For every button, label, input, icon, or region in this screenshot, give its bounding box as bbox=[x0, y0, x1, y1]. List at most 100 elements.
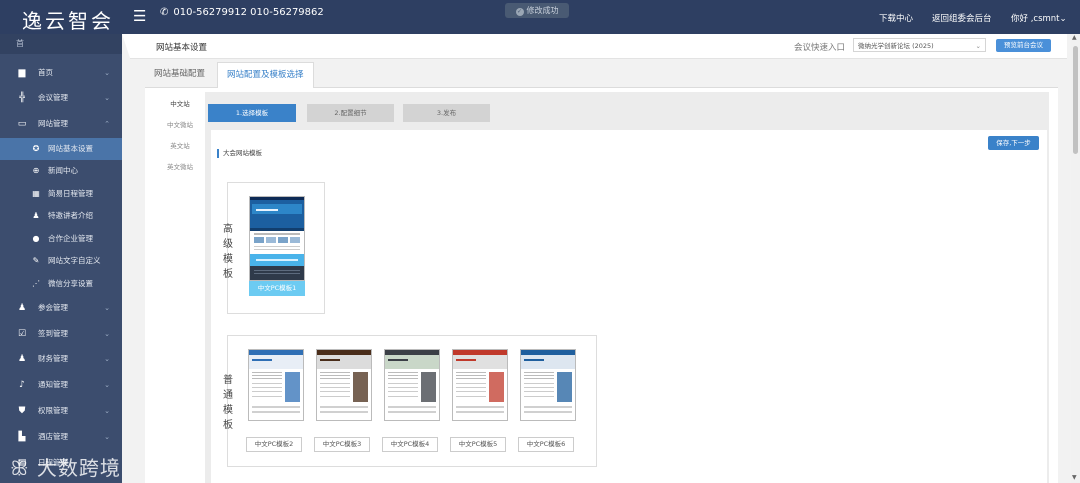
sidebar-item[interactable]: ☑ 签到管理 ⌄ bbox=[0, 323, 122, 345]
meeting-select[interactable]: 微纳光学创新论坛 (2025) ⌄ bbox=[853, 38, 986, 52]
sidebar-item[interactable]: ⊕ 新闻中心 bbox=[0, 160, 122, 182]
finance-icon: ♟ bbox=[17, 354, 27, 364]
back-to-admin-link[interactable]: 返回组委会后台 bbox=[932, 12, 992, 24]
section-label: 大会网站模板 bbox=[217, 149, 262, 158]
sidebar-item[interactable]: ✎ 网站文字自定义 bbox=[0, 250, 122, 272]
download-center-link[interactable]: 下载中心 bbox=[879, 12, 913, 24]
site-tab-chinese-micro[interactable]: 中文微站 bbox=[156, 115, 204, 136]
scroll-up-icon[interactable]: ▲ bbox=[1072, 34, 1077, 41]
titlebar-notch bbox=[122, 34, 130, 58]
sidebar-item[interactable]: ✪ 网站基本设置 bbox=[0, 138, 122, 160]
chevron-icon: ⌄ bbox=[104, 433, 110, 441]
site-tab-english-micro[interactable]: 英文微站 bbox=[156, 157, 204, 178]
template-thumbnail bbox=[384, 349, 440, 421]
template-thumbnail bbox=[249, 196, 305, 281]
meeting-icon: ╬ bbox=[19, 93, 25, 103]
page-title: 网站基本设置 bbox=[156, 43, 208, 53]
file-icon: ▆ bbox=[18, 68, 26, 78]
phone-icon: ✆ bbox=[160, 7, 169, 18]
label-char: 板 bbox=[223, 269, 233, 280]
sidebar-item[interactable]: ♟ 特邀讲者介绍 bbox=[0, 205, 122, 227]
user-icon: ♟ bbox=[17, 303, 27, 313]
tab-basic-config[interactable]: 网站基础配置 bbox=[145, 62, 214, 87]
sidebar-item[interactable]: ╬ 会议管理 ⌄ bbox=[0, 87, 122, 109]
sidebar-item[interactable]: ● 合作企业管理 bbox=[0, 228, 122, 250]
tab-template-selection[interactable]: 网站配置及模板选择 bbox=[217, 62, 314, 89]
sidebar-item-label: 新闻中心 bbox=[48, 166, 78, 175]
quick-entry-label: 会议快速入口 bbox=[794, 43, 846, 53]
chevron-down-icon: ⌄ bbox=[1059, 14, 1067, 24]
toast-text: 修改成功 bbox=[526, 6, 559, 15]
step-publish[interactable]: 3.发布 bbox=[403, 104, 490, 122]
sidebar-item[interactable]: ▦ 简易日程管理 bbox=[0, 183, 122, 205]
shield-icon: ⛊ bbox=[18, 406, 26, 416]
template-preview bbox=[453, 350, 507, 413]
sidebar-item[interactable]: ▆ 首页 ⌄ bbox=[0, 62, 122, 84]
page-scrollbar[interactable]: ▲ ▼ bbox=[1071, 34, 1080, 483]
checkin-icon: ☑ bbox=[17, 329, 27, 339]
template-name: 中文PC模板1 bbox=[249, 281, 305, 296]
sidebar-item-label: 简易日程管理 bbox=[48, 189, 93, 198]
success-toast: ✓ 修改成功 bbox=[505, 3, 569, 18]
label-char: 普 bbox=[223, 375, 233, 386]
sidebar-item[interactable]: ♟ 参会管理 ⌄ bbox=[0, 297, 122, 319]
calendar-icon: ▦ bbox=[32, 189, 40, 198]
sidebar-item[interactable]: ⋰ 微信分享设置 bbox=[0, 273, 122, 295]
label-char: 模 bbox=[223, 405, 233, 416]
sidebar-item-label: 网站文字自定义 bbox=[48, 256, 101, 265]
step-configure-details[interactable]: 2.配置细节 bbox=[307, 104, 394, 122]
user-menu[interactable]: 你好 ,csmnt⌄ bbox=[1011, 12, 1067, 24]
content-area: 中文站 中文微站 英文站 英文微站 1.选择模板 2.配置细节 3.发布 保存,… bbox=[145, 88, 1058, 483]
sidebar-item[interactable]: ▙ 酒店管理 ⌄ bbox=[0, 426, 122, 448]
preview-meeting-button[interactable]: 预览前台会议 bbox=[996, 39, 1051, 52]
tab-bar: 网站基础配置 网站配置及模板选择 bbox=[145, 62, 1058, 89]
logo: 逸云智会 bbox=[22, 9, 114, 33]
template-thumbnail bbox=[248, 349, 304, 421]
chevron-icon: ⌄ bbox=[104, 69, 110, 77]
scroll-thumb[interactable] bbox=[1073, 46, 1078, 154]
sidebar-item[interactable]: ♪ 通知管理 ⌄ bbox=[0, 374, 122, 396]
sidebar-item-label: 网站管理 bbox=[38, 119, 68, 128]
template-name: 中文PC模板6 bbox=[518, 437, 574, 452]
scroll-down-icon[interactable]: ▼ bbox=[1072, 474, 1077, 481]
site-tab-english[interactable]: 英文站 bbox=[156, 136, 204, 157]
sidebar-head: 首 bbox=[0, 34, 122, 54]
watermark: ꕥ 大数跨境 bbox=[10, 452, 121, 481]
save-next-button[interactable]: 保存,下一步 bbox=[988, 136, 1039, 150]
label-char: 通 bbox=[223, 390, 233, 401]
chevron-icon: ⌃ bbox=[104, 120, 110, 128]
sidebar-item[interactable]: ⛊ 权限管理 ⌄ bbox=[0, 400, 122, 422]
chevron-icon: ⌄ bbox=[104, 304, 110, 312]
bell-icon: ♪ bbox=[19, 380, 25, 390]
step-select-template[interactable]: 1.选择模板 bbox=[208, 104, 296, 122]
template-name: 中文PC模板4 bbox=[382, 437, 438, 452]
monitor-icon: ▭ bbox=[17, 119, 27, 129]
label-char: 模 bbox=[223, 254, 233, 265]
chevron-icon: ⌄ bbox=[104, 381, 110, 389]
sidebar-item-label: 签到管理 bbox=[38, 329, 68, 338]
sidebar-item-label: 微信分享设置 bbox=[48, 279, 93, 288]
top-bar: 逸云智会 ☰ ✆ 010-56279912 010-56279862 ✓ 修改成功 … bbox=[0, 0, 1080, 34]
share-icon: ⋰ bbox=[32, 279, 40, 288]
sidebar-item-label: 首页 bbox=[38, 68, 53, 77]
speaker-icon: ♟ bbox=[32, 211, 40, 220]
sidebar-item-label: 合作企业管理 bbox=[48, 234, 93, 243]
site-tabs: 中文站 中文微站 英文站 英文微站 bbox=[156, 94, 204, 178]
sidebar-item-label: 参会管理 bbox=[38, 303, 68, 312]
template-panel: 保存,下一步 大会网站模板 高 级 模 板 中文PC模板1 普 通 模 板 中文… bbox=[211, 130, 1047, 483]
template-preview bbox=[521, 350, 575, 413]
chevron-icon: ⌄ bbox=[104, 407, 110, 415]
watermark-text: 大数跨境 bbox=[36, 456, 121, 480]
phone-numbers: 010-56279912 010-56279862 bbox=[173, 7, 324, 18]
wizard-area: 1.选择模板 2.配置细节 3.发布 保存,下一步 大会网站模板 高 级 模 板 bbox=[205, 92, 1049, 483]
template-preview bbox=[249, 350, 303, 413]
title-bar: 网站基本设置 会议快速入口 微纳光学创新论坛 (2025) ⌄ 预览前台会议 bbox=[130, 34, 1067, 59]
sidebar-item-label: 财务管理 bbox=[38, 354, 68, 363]
template-thumbnail bbox=[520, 349, 576, 421]
sidebar-item[interactable]: ▭ 网站管理 ⌃ bbox=[0, 113, 122, 135]
sidebar-item[interactable]: ♟ 财务管理 ⌄ bbox=[0, 348, 122, 370]
site-tab-chinese[interactable]: 中文站 bbox=[156, 94, 204, 115]
sidebar-item-label: 酒店管理 bbox=[38, 432, 68, 441]
menu-toggle-icon[interactable]: ☰ bbox=[133, 7, 146, 25]
advanced-template-group: 高 级 模 板 中文PC模板1 bbox=[223, 182, 325, 314]
